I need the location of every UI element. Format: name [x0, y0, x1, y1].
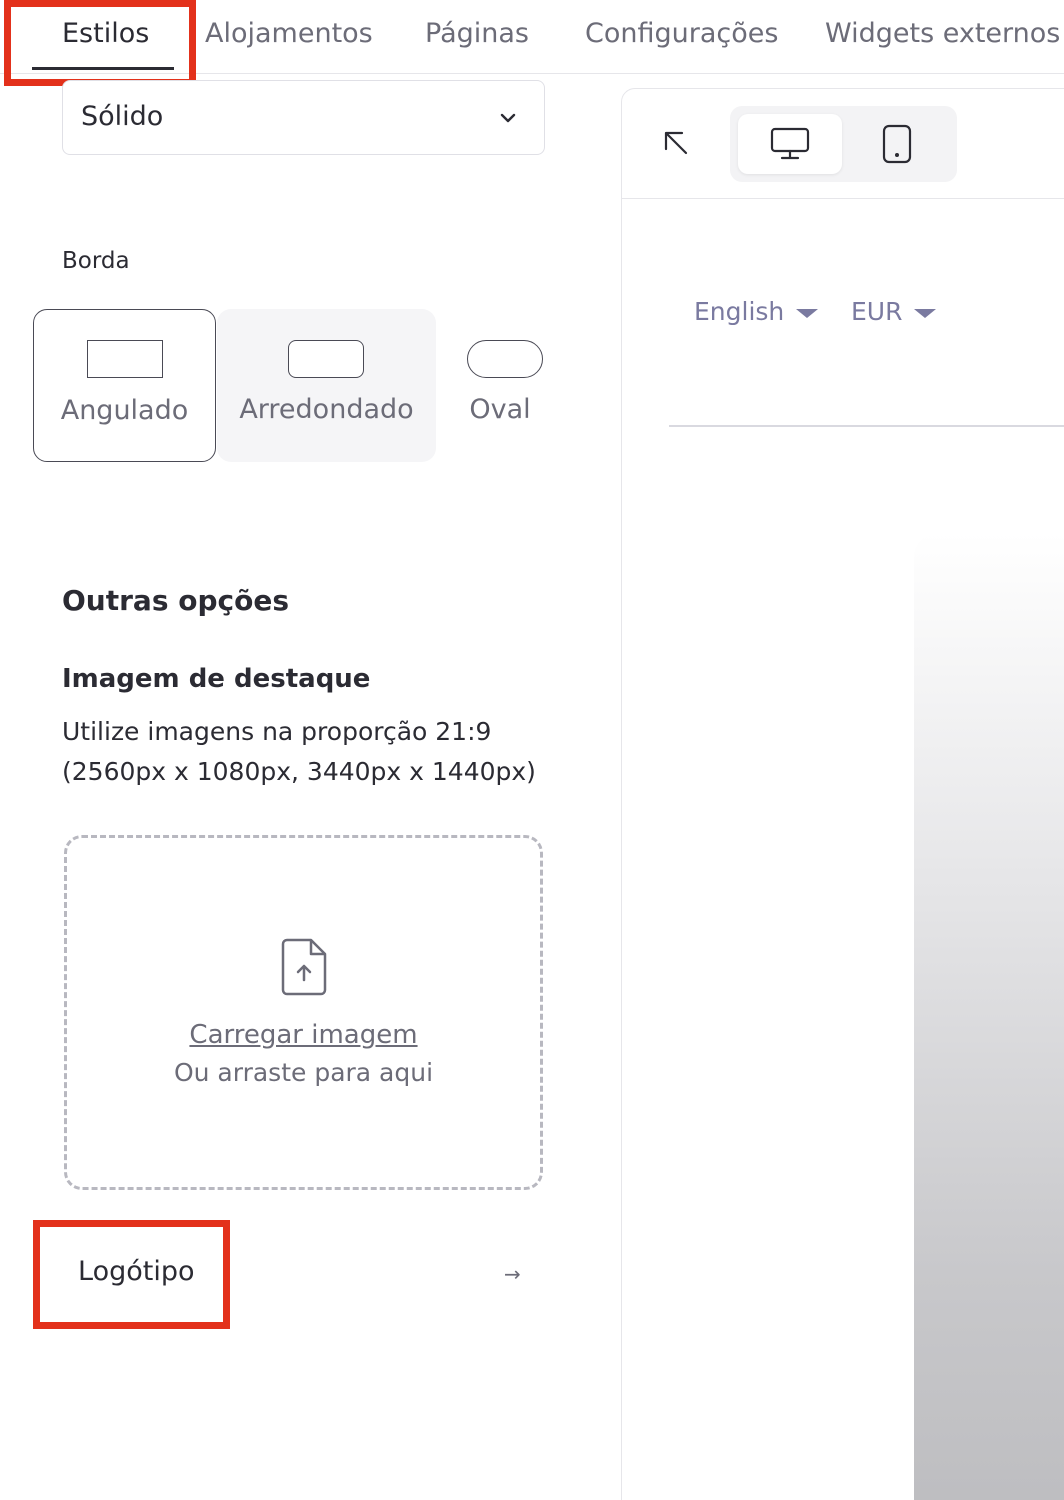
active-tab-indicator	[32, 67, 174, 70]
featured-image-title: Imagem de destaque	[62, 664, 371, 694]
currency-value: EUR	[851, 297, 903, 326]
tab-alojamentos[interactable]: Alojamentos	[205, 18, 373, 49]
collapse-arrow-icon[interactable]	[662, 129, 690, 161]
border-option-label: Angulado	[60, 395, 189, 426]
square-shape-icon	[87, 340, 163, 378]
border-option-label: Oval	[469, 394, 531, 425]
preview-divider	[669, 425, 1064, 427]
rounded-shape-icon	[288, 340, 364, 378]
mobile-view-button[interactable]	[845, 114, 949, 174]
logo-option-row[interactable]: Logótipo →	[40, 1232, 540, 1316]
language-selector[interactable]: English	[694, 297, 819, 326]
hero-image-preview	[914, 533, 1064, 1500]
fill-style-value: Sólido	[81, 101, 164, 132]
file-upload-icon	[281, 938, 329, 1000]
currency-selector[interactable]: EUR	[851, 297, 937, 326]
section-title: Outras opções	[62, 584, 290, 617]
logo-label: Logótipo	[78, 1256, 195, 1287]
caret-down-icon	[914, 308, 937, 318]
border-option-oval[interactable]: Oval	[440, 309, 570, 462]
image-dropzone[interactable]: Carregar imagem Ou arraste para aqui	[64, 835, 543, 1190]
tab-estilos[interactable]: Estilos	[62, 18, 149, 49]
upload-hint: Ou arraste para aqui	[173, 1058, 434, 1087]
border-option-arredondado[interactable]: Arredondado	[217, 309, 436, 462]
language-value: English	[694, 297, 785, 326]
upload-image-link[interactable]: Carregar imagem	[67, 1020, 540, 1050]
caret-down-icon	[796, 308, 819, 318]
chevron-down-icon	[500, 109, 516, 128]
oval-shape-icon	[467, 340, 543, 378]
top-tabs: Estilos Alojamentos Páginas Configuraçõe…	[0, 0, 1064, 74]
preview-toolbar	[622, 89, 1064, 199]
featured-image-description: Utilize imagens na proporção 21:9 (2560p…	[62, 717, 536, 786]
tab-widgets-externos[interactable]: Widgets externos	[825, 18, 1060, 49]
monitor-icon	[770, 127, 810, 160]
desktop-view-button[interactable]	[738, 114, 842, 174]
tab-configuracoes[interactable]: Configurações	[585, 18, 778, 49]
border-label: Borda	[62, 248, 130, 274]
border-option-angulado[interactable]: Angulado	[33, 309, 216, 462]
fill-style-select[interactable]: Sólido	[62, 80, 545, 155]
arrow-right-icon: →	[504, 1262, 521, 1286]
border-option-label: Arredondado	[239, 394, 414, 425]
preview-panel: English EUR	[621, 88, 1064, 1500]
tab-paginas[interactable]: Páginas	[425, 18, 529, 49]
phone-icon	[882, 124, 912, 164]
device-toggle	[730, 106, 957, 182]
